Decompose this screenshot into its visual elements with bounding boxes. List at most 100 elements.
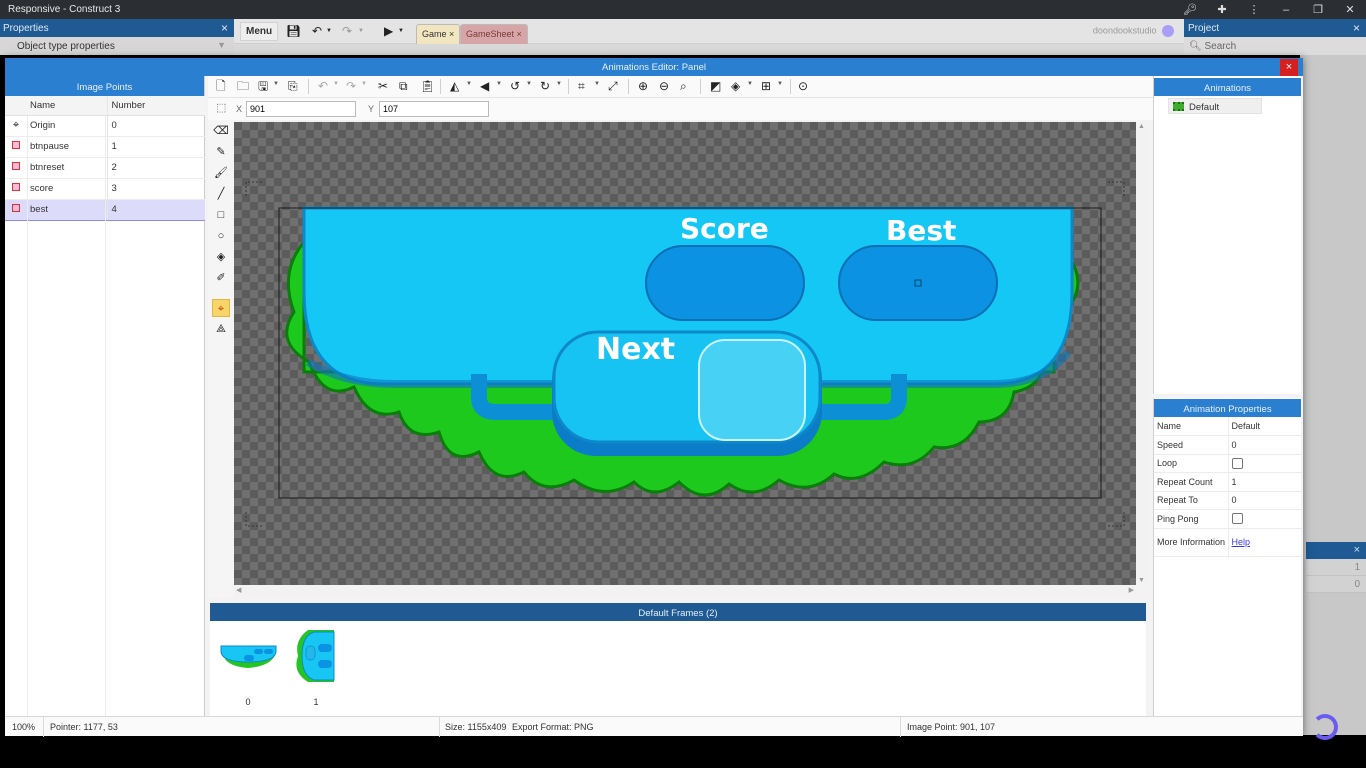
key-icon[interactable]: 🔑︎	[1174, 3, 1206, 16]
menu-button[interactable]: Menu	[240, 22, 279, 41]
loop-checkbox[interactable]	[1231, 457, 1243, 469]
close-window-button[interactable]: ✕	[1334, 3, 1366, 16]
collapse-icon[interactable]: ▼	[217, 40, 226, 50]
undo-dropdown-icon[interactable]: ▼	[333, 81, 339, 87]
animation-item-default[interactable]: Default	[1168, 98, 1262, 114]
scroll-left-icon[interactable]: ◀	[236, 586, 241, 594]
zoom-reset-icon[interactable]: ⌕	[680, 79, 687, 93]
flip-vertical-dropdown-icon[interactable]: ▼	[496, 81, 502, 87]
frame-thumbnail[interactable]: 0	[218, 626, 278, 707]
export-format: Export Format: PNG	[512, 722, 594, 732]
open-folder-icon[interactable]: 🗀	[237, 79, 249, 93]
layers-icon[interactable]: ◈	[731, 79, 740, 93]
list-item[interactable]: 0	[1306, 576, 1366, 593]
repeat-count-field[interactable]: 1	[1228, 472, 1302, 492]
zoom-level: 100%	[12, 722, 36, 732]
image-point-tool-icon[interactable]: ⌖	[212, 299, 230, 317]
pencil-tool-icon[interactable]: ✎	[212, 143, 230, 161]
grid-dropdown-icon[interactable]: ▼	[777, 81, 783, 87]
scroll-right-icon[interactable]: ▶	[1129, 586, 1134, 594]
help-link[interactable]: Help	[1232, 537, 1251, 547]
dialog-close-button[interactable]: ×	[1280, 59, 1298, 76]
undo-icon[interactable]: ↶	[312, 24, 322, 38]
collision-polygon-tool-icon[interactable]: ⟁	[212, 320, 230, 338]
column-header-name[interactable]: Name	[27, 96, 108, 116]
tab-close-icon[interactable]: ×	[517, 29, 522, 39]
frame-thumbnail[interactable]: 1	[286, 626, 346, 707]
rotate-ccw-icon[interactable]: ↺	[510, 79, 520, 93]
color-picker-tool-icon[interactable]: ✐	[212, 269, 230, 287]
column-divider	[27, 116, 28, 716]
x-coordinate-input[interactable]	[246, 101, 356, 117]
animations-panel: Animations Default	[1153, 76, 1301, 394]
tab-game[interactable]: Game ×	[416, 24, 461, 44]
rotate-cw-icon[interactable]: ↻	[540, 79, 550, 93]
flip-vertical-icon[interactable]: ◀	[480, 79, 489, 93]
grid-icon[interactable]: ⊞	[761, 79, 771, 93]
undo-icon[interactable]: ↶	[318, 79, 328, 93]
line-tool-icon[interactable]: ╱	[212, 185, 230, 203]
repeat-to-field[interactable]: 0	[1228, 491, 1302, 510]
preview-play-icon[interactable]: ⊙	[798, 79, 808, 93]
save-icon[interactable]: 💾︎	[286, 24, 301, 38]
speed-field[interactable]: 0	[1228, 435, 1302, 455]
crop-dropdown-icon[interactable]: ▼	[594, 81, 600, 87]
crop-icon[interactable]: ⌗	[578, 79, 585, 93]
animations-editor-dialog: Animations Editor: Panel × Image Points …	[5, 58, 1303, 737]
play-icon[interactable]: ▶	[384, 24, 393, 38]
tab-close-icon[interactable]: ×	[449, 29, 454, 39]
project-panel-body	[1300, 55, 1366, 735]
tab-gamesheet[interactable]: GameSheet ×	[460, 24, 528, 44]
new-icon[interactable]: 🗋	[216, 79, 226, 93]
selection-icon[interactable]: ⬚	[216, 101, 226, 114]
cut-icon[interactable]: ✂	[378, 79, 388, 93]
play-dropdown-icon[interactable]: ▼	[398, 28, 404, 34]
name-field[interactable]: Default	[1228, 417, 1302, 436]
save-icon[interactable]: 🖫	[258, 79, 268, 93]
restore-button[interactable]: ❐	[1302, 3, 1334, 16]
paste-icon[interactable]: 📋︎	[420, 79, 435, 93]
rotate-ccw-dropdown-icon[interactable]: ▼	[526, 81, 532, 87]
project-search[interactable]: 🔍︎ Search	[1184, 37, 1366, 55]
zoom-out-icon[interactable]: ⊖	[659, 79, 669, 93]
layers-dropdown-icon[interactable]: ▼	[747, 81, 753, 87]
brush-tool-icon[interactable]: 🖌︎	[212, 164, 230, 182]
list-item[interactable]: 1	[1306, 559, 1366, 576]
redo-icon[interactable]: ↷	[342, 24, 352, 38]
rectangle-tool-icon[interactable]: □	[212, 206, 230, 224]
column-header-number[interactable]: Number	[107, 96, 205, 116]
fill-tool-icon[interactable]: ◈	[212, 248, 230, 266]
minimize-button[interactable]: –	[1270, 4, 1302, 16]
frames-title: Default Frames (2)	[210, 603, 1146, 621]
close-icon[interactable]: ×	[1353, 21, 1360, 35]
redo-dropdown-icon[interactable]: ▼	[358, 28, 364, 34]
image-canvas[interactable]: Next Score Best	[234, 122, 1136, 585]
rotate-cw-dropdown-icon[interactable]: ▼	[556, 81, 562, 87]
flip-horizontal-dropdown-icon[interactable]: ▼	[466, 81, 472, 87]
ping-pong-checkbox[interactable]	[1231, 513, 1243, 525]
undo-dropdown-icon[interactable]: ▼	[326, 28, 332, 34]
object-type-properties-section[interactable]: Object type properties ▼	[0, 37, 234, 55]
scroll-down-icon[interactable]: ▼	[1138, 577, 1145, 584]
redo-dropdown-icon[interactable]: ▼	[361, 81, 367, 87]
redo-icon[interactable]: ↷	[346, 79, 356, 93]
background-toggle-icon[interactable]: ◩	[710, 79, 721, 93]
puzzle-icon[interactable]: ✚	[1206, 3, 1238, 16]
vertical-scrollbar[interactable]: ▲ ▼	[1136, 122, 1147, 585]
scroll-up-icon[interactable]: ▲	[1138, 123, 1145, 130]
toolbar-separator	[440, 79, 441, 94]
close-icon[interactable]: ×	[221, 21, 228, 35]
more-icon[interactable]: ⋮	[1238, 3, 1270, 16]
eraser-tool-icon[interactable]: ⌫	[212, 122, 230, 140]
close-icon[interactable]: ×	[1354, 544, 1360, 556]
export-icon[interactable]: ⎘	[288, 79, 298, 93]
horizontal-scrollbar[interactable]: ◀ ▶	[234, 585, 1136, 596]
copy-icon[interactable]: ⧉	[399, 79, 408, 93]
y-coordinate-input[interactable]	[379, 101, 489, 117]
flip-horizontal-icon[interactable]: ◭	[450, 79, 459, 93]
zoom-in-icon[interactable]: ⊕	[638, 79, 648, 93]
ellipse-tool-icon[interactable]: ○	[212, 227, 230, 245]
resize-icon[interactable]: ⤢	[608, 79, 618, 93]
best-slot	[838, 245, 998, 321]
save-dropdown-icon[interactable]: ▼	[273, 81, 279, 87]
